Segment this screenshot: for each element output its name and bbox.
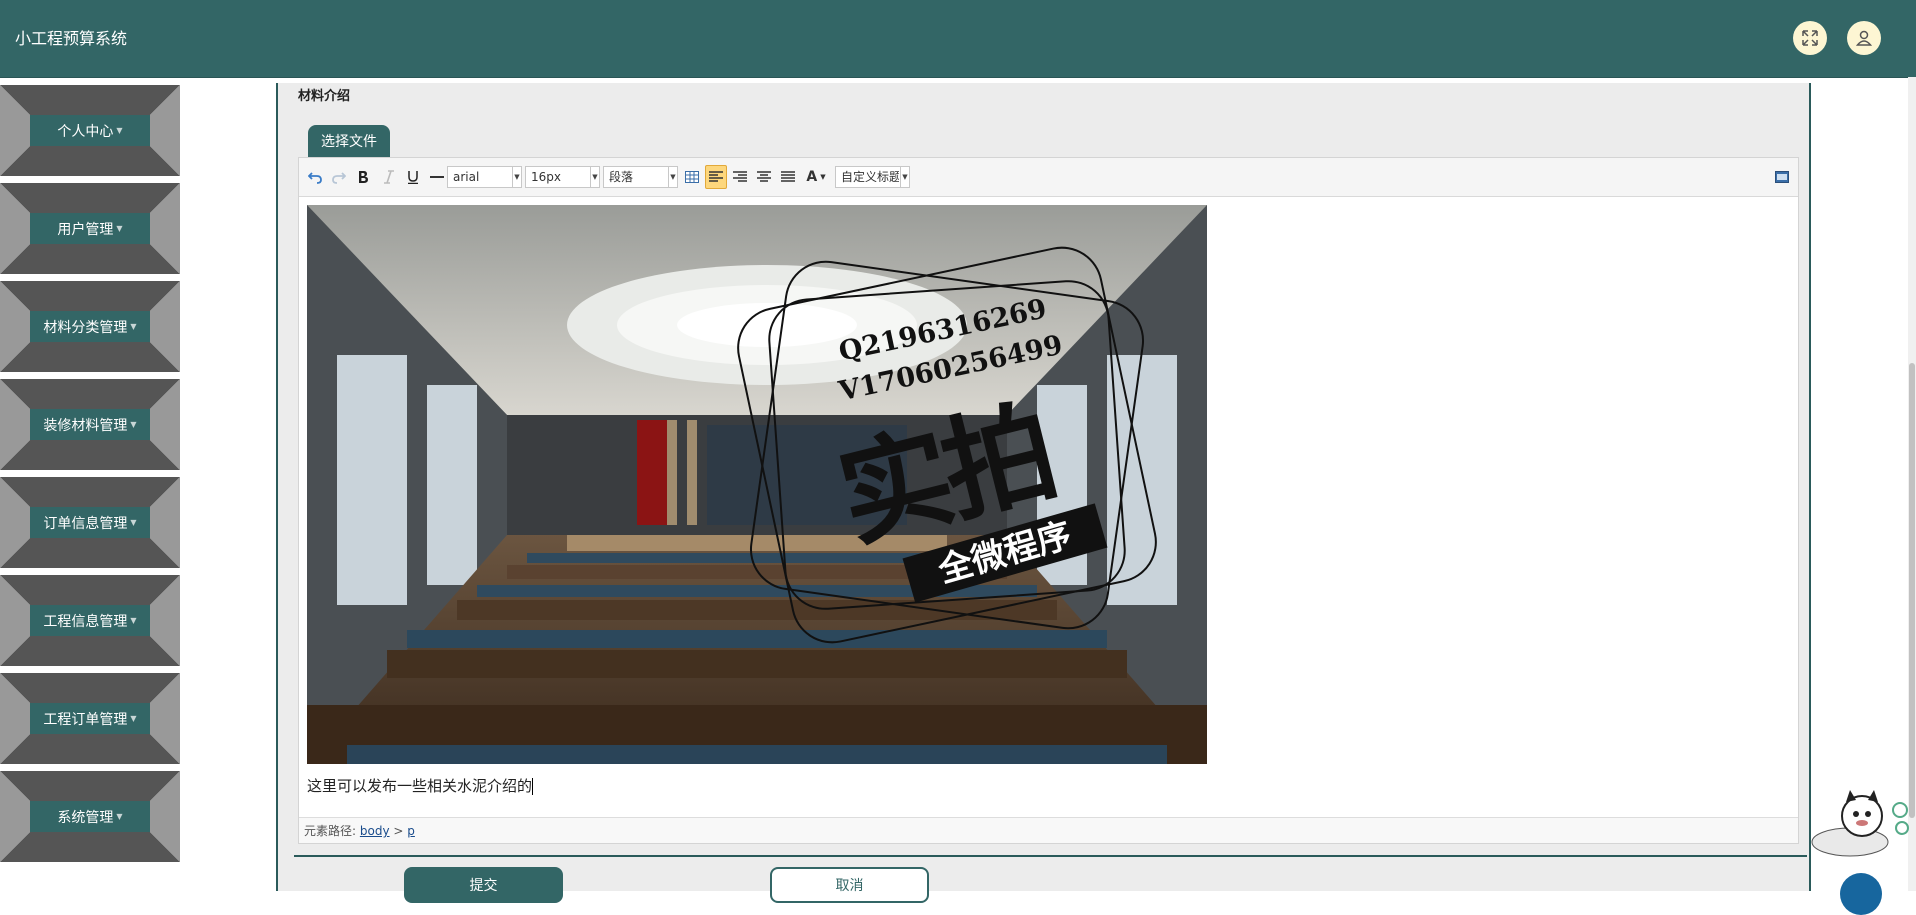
fullscreen-button[interactable] xyxy=(1793,21,1827,55)
sidebar-item-project-order[interactable]: 工程订单管理 ▼ xyxy=(0,673,180,764)
sidebar-item-project-info[interactable]: 工程信息管理 ▼ xyxy=(0,575,180,666)
align-right-button[interactable] xyxy=(731,167,749,187)
sidebar-item-label: 材料分类管理 xyxy=(43,319,128,336)
align-center-button[interactable] xyxy=(755,167,773,187)
chevron-down-icon: ▼ xyxy=(590,167,599,187)
chevron-down-icon: ▼ xyxy=(900,167,909,187)
font-size-select[interactable]: 16px ▼ xyxy=(525,166,600,188)
paragraph-select[interactable]: 段落 ▼ xyxy=(603,166,678,188)
align-left-icon xyxy=(709,171,723,182)
chevron-down-icon: ▼ xyxy=(130,714,137,723)
watermark-stamp xyxy=(737,246,1157,644)
chevron-down-icon: ▼ xyxy=(820,173,826,181)
fullscreen-icon xyxy=(1775,171,1789,183)
italic-button[interactable] xyxy=(381,167,397,187)
element-path-label: 元素路径: xyxy=(304,824,357,838)
table-icon xyxy=(685,171,699,183)
expand-icon xyxy=(1802,30,1818,46)
text-cursor xyxy=(532,778,534,795)
scrollbar-thumb[interactable] xyxy=(1909,363,1915,818)
underline-button[interactable] xyxy=(405,167,421,187)
undo-icon xyxy=(308,172,322,184)
sidebar-item-order-info[interactable]: 订单信息管理 ▼ xyxy=(0,477,180,568)
user-icon xyxy=(1855,30,1873,46)
chevron-down-icon: ▼ xyxy=(512,167,521,187)
element-path-p[interactable]: p xyxy=(407,824,415,838)
bold-icon xyxy=(359,171,368,183)
font-color-button[interactable]: A ▼ xyxy=(803,167,829,187)
back-to-top-button[interactable] xyxy=(1840,873,1882,915)
font-family-select[interactable]: arial ▼ xyxy=(447,166,522,188)
custom-title-select[interactable]: 自定义标题 ▼ xyxy=(835,166,910,188)
top-bar: 小工程预算系统 xyxy=(0,0,1916,78)
sidebar-item-label: 订单信息管理 xyxy=(43,515,128,532)
chevron-down-icon: ▼ xyxy=(130,616,137,625)
chevron-down-icon: ▼ xyxy=(130,322,137,331)
submit-button[interactable]: 提交 xyxy=(404,867,563,903)
inserted-image[interactable]: Q2196316269 V17060256499 实拍 全微程序 xyxy=(307,205,1207,764)
custom-title-value: 自定义标题 xyxy=(841,170,899,184)
insert-table-button[interactable] xyxy=(683,167,701,187)
user-button[interactable] xyxy=(1847,21,1881,55)
mascot-icon xyxy=(1811,790,1909,857)
field-label: 材料介绍 xyxy=(298,89,351,104)
chevron-down-icon: ▼ xyxy=(116,126,123,135)
align-justify-button[interactable] xyxy=(779,167,797,187)
element-path-body[interactable]: body xyxy=(360,824,390,838)
page-scrollbar[interactable] xyxy=(1908,77,1916,891)
sidebar-item-label: 个人中心 xyxy=(57,123,114,140)
align-left-button[interactable] xyxy=(705,165,727,189)
editor-statusbar: 元素路径: body > p xyxy=(299,817,1798,843)
editor-toolbar: arial ▼ 16px ▼ 段落 ▼ A ▼ 自定义标题 ▼ xyxy=(299,158,1798,197)
cancel-button[interactable]: 取消 xyxy=(770,867,929,903)
sidebar-item-label: 装修材料管理 xyxy=(43,417,128,434)
italic-icon xyxy=(384,170,394,184)
redo-icon xyxy=(332,172,346,184)
form-divider xyxy=(294,855,1807,857)
form-panel: 材料介绍 选择文件 arial ▼ 16px ▼ 段落 ▼ A ▼ 自定义标题 … xyxy=(276,83,1811,903)
sidebar-item-user-management[interactable]: 用户管理 ▼ xyxy=(0,183,180,274)
fullscreen-editor-button[interactable] xyxy=(1774,167,1790,187)
font-family-value: arial xyxy=(453,170,480,184)
element-path-separator: > xyxy=(393,824,404,838)
align-right-icon xyxy=(733,171,747,182)
sidebar-item-decoration-material[interactable]: 装修材料管理 ▼ xyxy=(0,379,180,470)
choose-file-button[interactable]: 选择文件 xyxy=(308,125,390,157)
align-justify-icon xyxy=(781,171,795,182)
font-color-glyph: A xyxy=(806,169,818,185)
editor-content[interactable]: 这里可以发布一些相关水泥介绍的 xyxy=(307,775,534,796)
rich-text-editor: arial ▼ 16px ▼ 段落 ▼ A ▼ 自定义标题 ▼ Q2196316… xyxy=(298,157,1799,844)
horizontal-rule-button[interactable] xyxy=(429,167,445,187)
sidebar-item-material-category[interactable]: 材料分类管理 ▼ xyxy=(0,281,180,372)
sidebar: 个人中心 ▼ 用户管理 ▼ 材料分类管理 ▼ 装修材料管理 ▼ 订单信息管理 ▼ 工程信息… xyxy=(0,83,180,891)
editor-content-text: 这里可以发布一些相关水泥介绍的 xyxy=(307,777,533,795)
sidebar-item-label: 工程信息管理 xyxy=(43,613,128,630)
redo-button[interactable] xyxy=(331,167,347,187)
chevron-down-icon: ▼ xyxy=(130,518,137,527)
underline-icon xyxy=(408,171,418,184)
font-size-value: 16px xyxy=(531,170,561,184)
paragraph-value: 段落 xyxy=(609,170,634,184)
bold-button[interactable] xyxy=(355,167,371,187)
sidebar-item-label: 工程订单管理 xyxy=(43,711,128,728)
app-title: 小工程预算系统 xyxy=(15,29,128,48)
sidebar-item-label: 系统管理 xyxy=(57,809,114,826)
sidebar-item-label: 用户管理 xyxy=(57,221,114,238)
sidebar-item-system[interactable]: 系统管理 ▼ xyxy=(0,771,180,862)
chevron-down-icon: ▼ xyxy=(116,224,123,233)
undo-button[interactable] xyxy=(307,167,323,187)
sidebar-item-personal-center[interactable]: 个人中心 ▼ xyxy=(0,85,180,176)
horizontal-line-icon xyxy=(430,176,444,178)
chevron-down-icon: ▼ xyxy=(130,420,137,429)
align-center-icon xyxy=(757,171,771,182)
chevron-down-icon: ▼ xyxy=(668,167,677,187)
chevron-down-icon: ▼ xyxy=(116,812,123,821)
